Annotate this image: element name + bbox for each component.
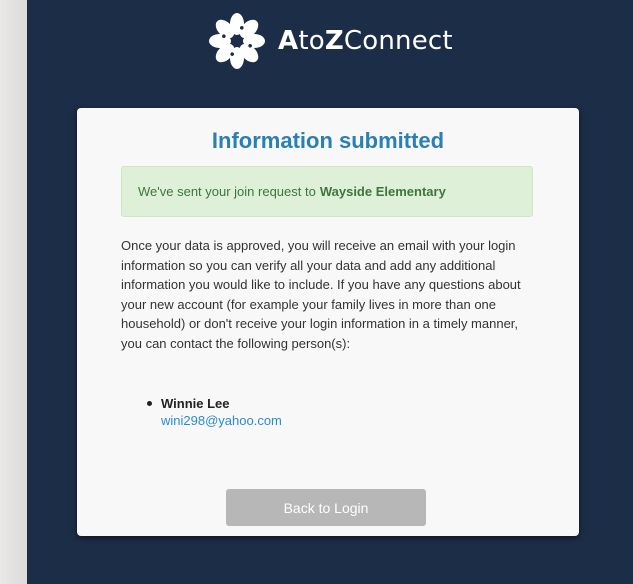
contact-list: Winnie Lee wini298@yahoo.com xyxy=(145,395,282,429)
page-title: Information submitted xyxy=(211,128,445,153)
app-container: AtoZConnect Information submitted We've … xyxy=(27,0,633,584)
brand-logo: AtoZConnect xyxy=(202,6,453,76)
confirmation-card: Information submitted We've sent your jo… xyxy=(77,108,579,536)
success-alert-text: We've sent your join request to xyxy=(138,184,316,199)
contact-email-link[interactable]: wini298@yahoo.com xyxy=(161,412,282,429)
list-item: Winnie Lee wini298@yahoo.com xyxy=(145,395,282,429)
bullet-icon xyxy=(147,401,152,406)
brand-name: AtoZConnect xyxy=(278,26,453,56)
instructions-paragraph: Once your data is approved, you will rec… xyxy=(121,238,521,351)
outer-background xyxy=(0,0,27,584)
success-alert: We've sent your join request to Wayside … xyxy=(121,166,533,217)
back-to-login-button[interactable]: Back to Login xyxy=(226,489,426,526)
flower-logo-icon xyxy=(209,13,265,69)
contact-name: Winnie Lee xyxy=(161,396,230,411)
school-name: Wayside Elementary xyxy=(319,184,446,199)
